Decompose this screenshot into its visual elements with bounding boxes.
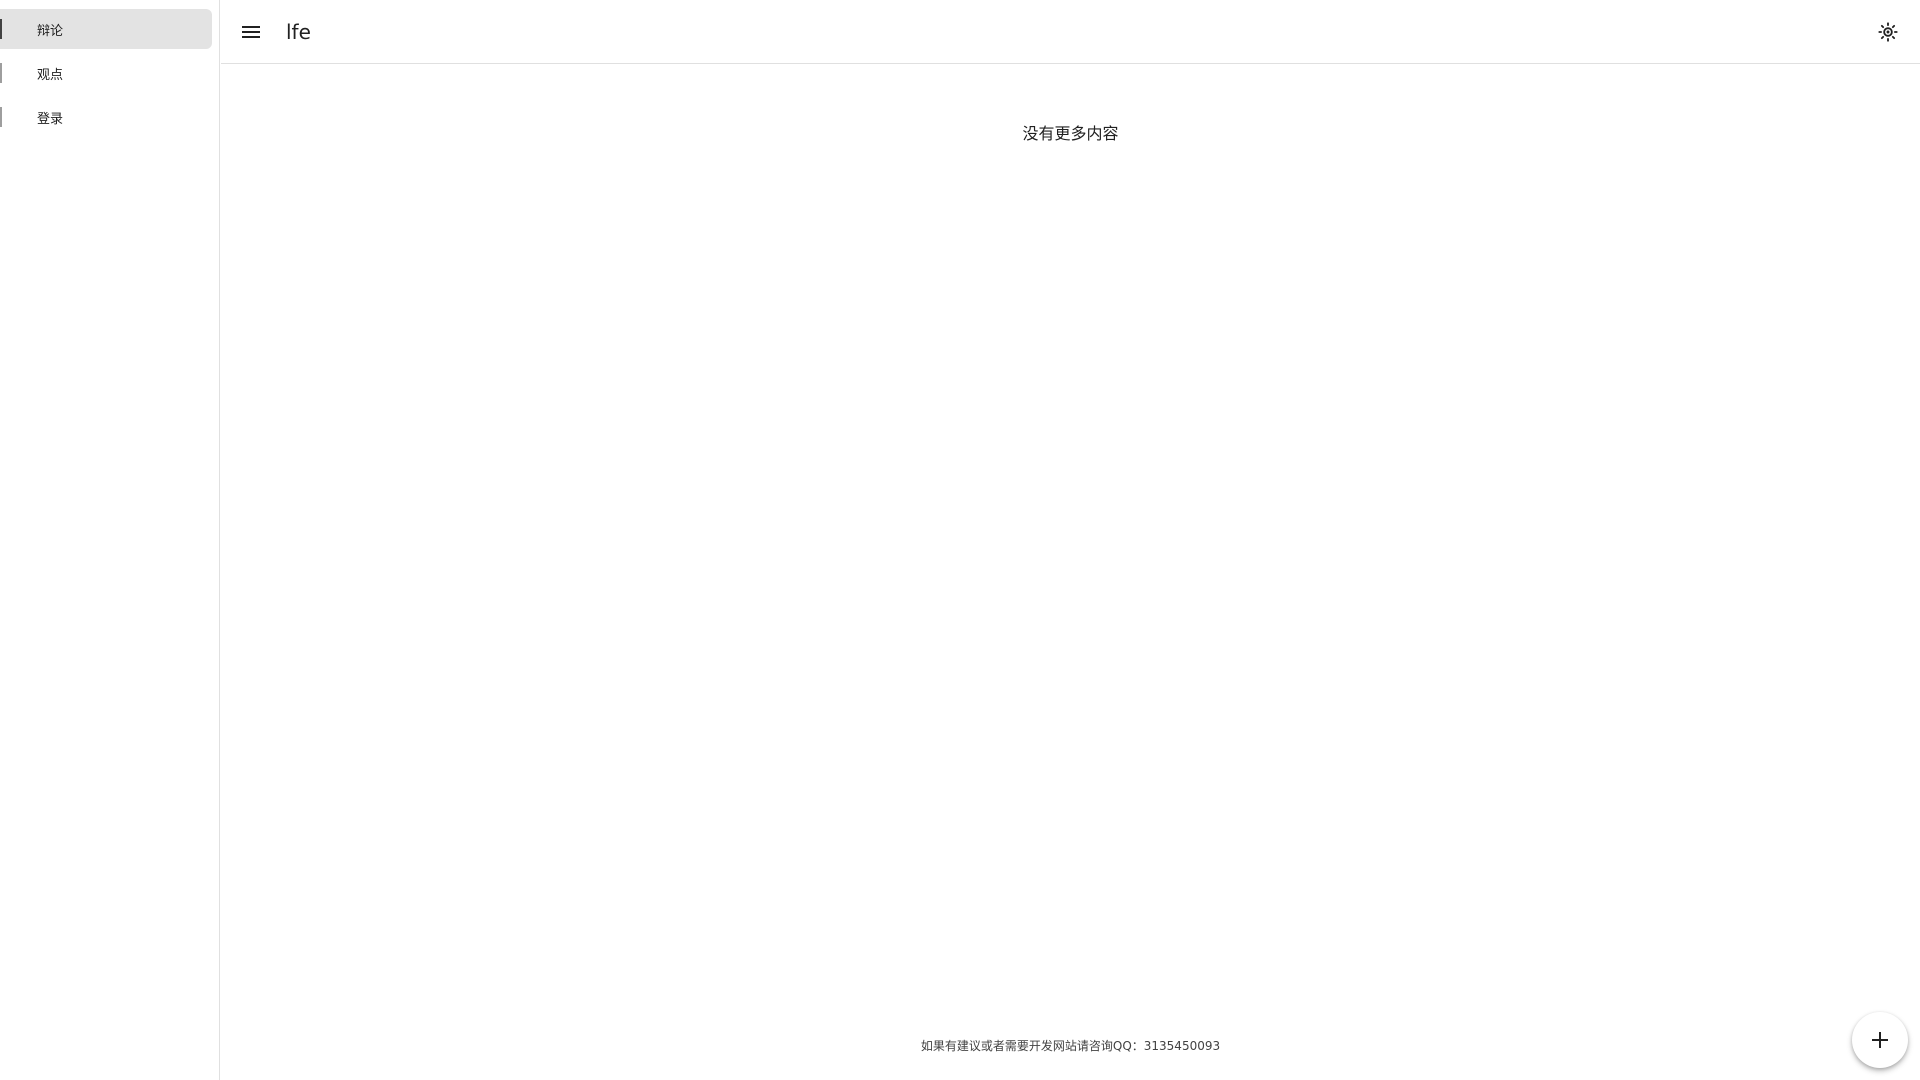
sidebar-item-login[interactable]: 登录: [0, 97, 212, 137]
top-app-bar: lfe: [221, 0, 1920, 64]
sidebar-item-label: 登录: [37, 111, 64, 127]
sidebar: 辩论 观点 登录: [0, 0, 220, 1080]
add-fab-button[interactable]: [1852, 1012, 1908, 1068]
item-indicator: [0, 107, 2, 127]
sidebar-item-debate[interactable]: 辩论: [0, 9, 212, 49]
menu-button[interactable]: [231, 12, 271, 52]
sidebar-item-label: 观点: [37, 67, 64, 83]
item-indicator: [0, 63, 2, 83]
sidebar-item-label: 辩论: [37, 23, 64, 39]
active-indicator: [0, 19, 2, 39]
footer-contact-note: 如果有建议或者需要开发网站请咨询QQ：3135450093: [920, 1039, 1221, 1053]
plus-icon: [1872, 1032, 1888, 1048]
app-title: lfe: [286, 20, 311, 44]
empty-state-message: 没有更多内容: [1022, 124, 1119, 143]
brightness-icon: [1878, 22, 1898, 42]
theme-toggle-button[interactable]: [1868, 12, 1908, 52]
sidebar-item-viewpoints[interactable]: 观点: [0, 53, 212, 93]
menu-icon: [242, 26, 260, 38]
